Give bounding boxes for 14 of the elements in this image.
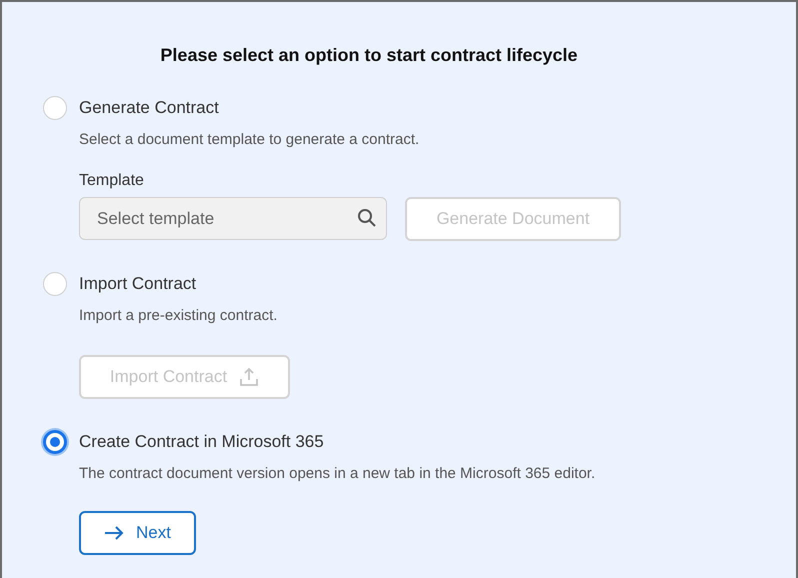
search-field[interactable]: Select template	[79, 197, 387, 240]
field-label: Template	[79, 171, 145, 191]
option-description: Select a document template to generate a contract.	[79, 130, 420, 150]
next-button[interactable]: Next	[79, 511, 196, 555]
option-description: Import a pre-existing contract.	[79, 306, 278, 326]
radio-button[interactable]	[43, 430, 67, 454]
arrow-right-icon	[104, 525, 124, 541]
option-description: The contract document version opens in a new tab in the Microsoft 365 editor.	[79, 464, 596, 484]
upload-icon	[239, 367, 260, 387]
search-icon	[357, 208, 377, 228]
heading: Please select an option to start contract lifecycle	[160, 44, 578, 67]
option-title: Generate Contract	[79, 97, 219, 119]
option-title: Import Contract	[79, 273, 196, 295]
option-title: Create Contract in Microsoft 365	[79, 431, 324, 453]
